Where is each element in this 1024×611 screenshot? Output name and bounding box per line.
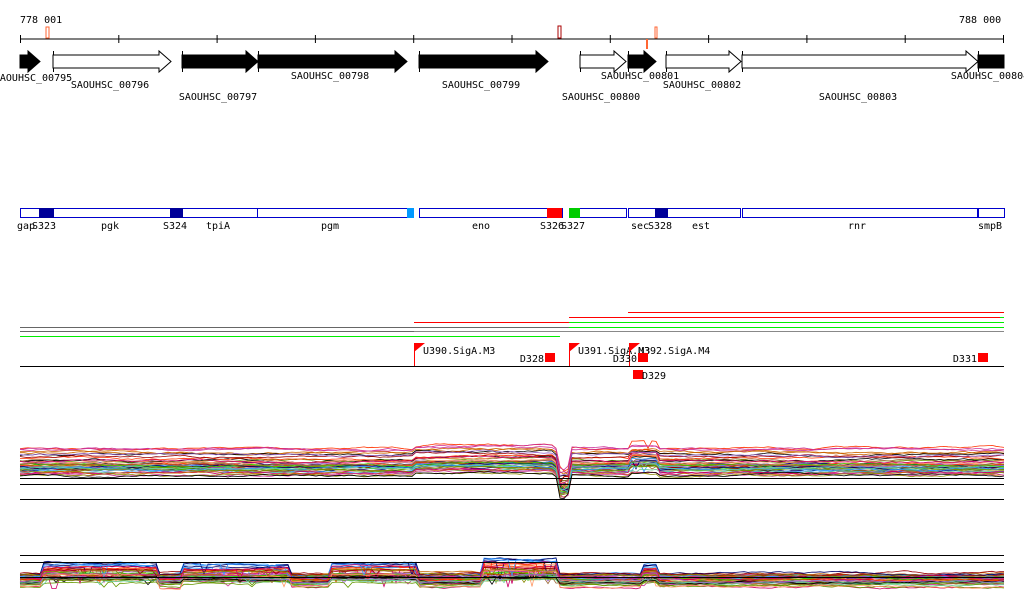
gene-label: SAOUHSC_00798 (291, 71, 369, 82)
gene-label: SAOUHSC_00803 (819, 92, 897, 103)
terminator-marker[interactable]: D330 (613, 353, 648, 365)
terminator-label: D330 (613, 354, 637, 365)
expression-trace (19, 471, 1005, 500)
annotation-track: gapS323 pgk S324 tpiA pgm eno S326S327 secS328 e… (17, 208, 1005, 232)
expression-plot-upper (19, 440, 1005, 500)
annotation-feature[interactable] (547, 208, 562, 218)
promoter-label: U390.SigA.M3 (423, 346, 495, 357)
annotation-feature[interactable] (407, 208, 414, 218)
expression-plot-lower (19, 555, 1005, 590)
annotation-box[interactable] (419, 208, 563, 218)
gene-label: SAOUHSC_00800 (562, 92, 640, 103)
terminator-marker[interactable]: D328 (520, 353, 555, 365)
gene-saouhsc_00799[interactable]: SAOUHSC_00799 (418, 49, 549, 91)
terminator-label: D328 (520, 354, 544, 365)
gene-label: SAOUHSC_00797 (179, 92, 257, 103)
promoter-terminator-track: U390.SigA.M3 U391.SigA.M3U392.SigA.M4D328… (20, 343, 1004, 382)
annotation-label: S323 (32, 221, 56, 232)
gene-arrow[interactable] (665, 49, 742, 74)
feature-lines-track (20, 312, 1004, 337)
gene-arrow[interactable] (19, 49, 41, 74)
annotation-feature[interactable] (655, 208, 668, 218)
gene-label: SAOUHSC_00799 (442, 80, 520, 91)
gene-arrow[interactable] (741, 49, 979, 74)
annotation-label: S327 (561, 221, 585, 232)
gene-arrow[interactable] (181, 49, 259, 74)
annotation-label: pgk (101, 221, 119, 232)
gene-saouhsc_00798[interactable]: SAOUHSC_00798 (257, 49, 408, 82)
promoter-label: U392.SigA.M4 (638, 346, 710, 357)
terminator-marker[interactable]: D329 (633, 370, 666, 382)
annotation-box[interactable] (628, 208, 741, 218)
annotation-feature[interactable] (39, 208, 54, 218)
gene-saouhsc_00796[interactable]: SAOUHSC_00796 (52, 49, 172, 91)
annotation-label: rnr (848, 221, 866, 232)
gene-label: SAOUHSC_00804 (951, 71, 1024, 82)
annotation-label: pgm (321, 221, 339, 232)
marker-orange[interactable] (654, 26, 658, 39)
gene-label: SAOUHSC_00802 (663, 80, 741, 91)
gene-arrow[interactable] (627, 49, 657, 74)
gene-arrow[interactable] (579, 49, 627, 74)
gene-saouhsc_00803[interactable]: SAOUHSC_00803 (741, 49, 979, 103)
annotation-label: tpiA (206, 221, 230, 232)
annotation-feature[interactable] (170, 208, 183, 218)
annotation-box[interactable] (257, 208, 413, 218)
marker-orange[interactable] (45, 26, 50, 39)
terminator-box (638, 353, 648, 362)
annotation-label: smpB (978, 221, 1002, 232)
promoter-flag[interactable]: U390.SigA.M3 (414, 343, 495, 366)
gene-arrow[interactable] (257, 49, 408, 74)
annotation-label: S324 (163, 221, 187, 232)
gene-arrow[interactable] (977, 54, 1005, 69)
gene-label: SAOUHSC_00796 (71, 80, 149, 91)
annotation-box[interactable] (978, 208, 1005, 218)
terminator-label: D331 (953, 354, 977, 365)
genome-browser-canvas: 778 001 788 000 SAOUHSC_00795SAOUHSC_007… (0, 15, 1024, 590)
terminator-box (978, 353, 988, 362)
ruler-start-label: 778 001 (20, 15, 62, 26)
coordinate-ruler: 778 001 788 000 (20, 15, 1004, 49)
terminator-marker[interactable]: D331 (953, 353, 988, 365)
annotation-label: S328 (648, 221, 672, 232)
gene-track: SAOUHSC_00795SAOUHSC_00796 SAOUHSC_00797 S… (0, 49, 1024, 103)
gene-label: SAOUHSC_00795 (0, 73, 72, 84)
terminator-box (545, 353, 555, 362)
annotation-feature[interactable] (569, 208, 580, 218)
annotation-label: sec (631, 221, 649, 232)
annotation-box[interactable] (742, 208, 978, 218)
annotation-label: est (692, 221, 710, 232)
ruler-end-label: 788 000 (959, 15, 1001, 26)
gene-saouhsc_00797[interactable]: SAOUHSC_00797 (179, 49, 259, 103)
terminator-label: D329 (642, 371, 666, 382)
gene-arrow[interactable] (52, 49, 172, 74)
gene-arrow[interactable] (418, 49, 549, 74)
annotation-box[interactable] (20, 208, 258, 218)
marker-darkred[interactable] (557, 25, 562, 39)
annotation-label: eno (472, 221, 490, 232)
